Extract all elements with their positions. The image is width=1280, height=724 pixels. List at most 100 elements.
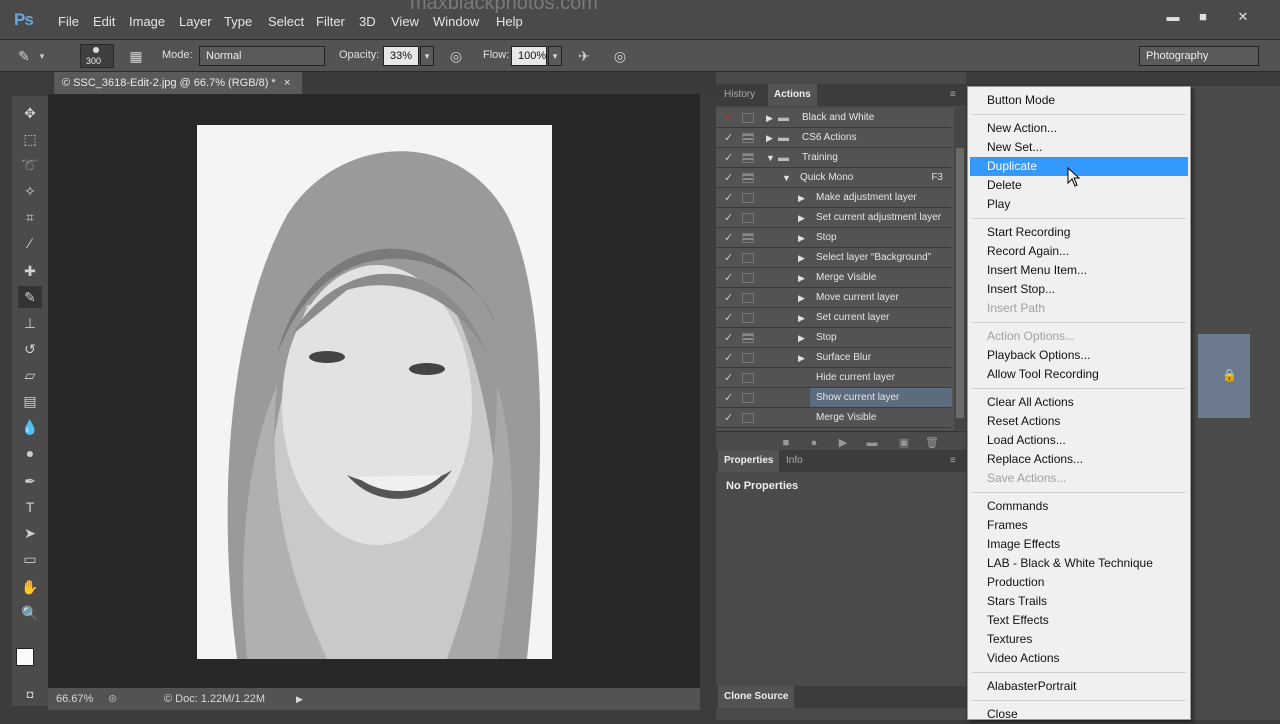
menu-select[interactable]: Select (268, 14, 304, 29)
dialog-toggle-icon[interactable] (742, 113, 754, 123)
menu-item-frames[interactable]: Frames (970, 516, 1188, 535)
expand-triangle-icon[interactable]: ▶ (766, 128, 773, 148)
status-arrow-icon[interactable]: ▶ (296, 688, 303, 710)
menu-item-text-effects[interactable]: Text Effects (970, 611, 1188, 630)
menu-item-image-effects[interactable]: Image Effects (970, 535, 1188, 554)
dialog-toggle-icon[interactable] (742, 253, 754, 263)
menu-item-new-action[interactable]: New Action... (970, 119, 1188, 138)
mode-select[interactable]: Normal (199, 46, 325, 66)
expand-triangle-icon[interactable]: ▶ (798, 268, 805, 288)
close-button[interactable]: ✕ (1230, 6, 1256, 28)
menu-item-play[interactable]: Play (970, 195, 1188, 214)
dialog-toggle-icon[interactable] (742, 373, 754, 383)
dialog-toggle-icon[interactable] (742, 153, 754, 163)
expand-triangle-icon[interactable]: ▶ (798, 348, 805, 368)
action-row[interactable]: ✓ ▼ Quick Mono F3 (716, 168, 951, 188)
brush-tool-icon[interactable]: ✎ (14, 47, 34, 65)
expand-triangle-icon[interactable]: ▶ (798, 228, 805, 248)
action-row[interactable]: ✓ Merge Visible (716, 408, 951, 428)
actions-scrollbar[interactable] (954, 108, 966, 430)
expand-triangle-icon[interactable]: ▶ (766, 108, 773, 128)
menu-item-record-again[interactable]: Record Again... (970, 242, 1188, 261)
zoom-tool-icon[interactable]: 🔍 (18, 602, 42, 624)
menu-item-load-actions[interactable]: Load Actions... (970, 431, 1188, 450)
pressure-opacity-icon[interactable]: ◎ (446, 47, 466, 65)
action-row[interactable]: ✓ ▶ Move current layer (716, 288, 951, 308)
action-row[interactable]: ✓ ▶ ▬ CS6 Actions (716, 128, 951, 148)
dialog-toggle-icon[interactable] (742, 273, 754, 283)
move-tool-icon[interactable]: ✥ (18, 102, 42, 124)
menu-item-replace-actions[interactable]: Replace Actions... (970, 450, 1188, 469)
maximize-button[interactable]: ■ (1190, 6, 1216, 28)
action-row[interactable]: ✓ ▶ Select layer “Background” (716, 248, 951, 268)
menu-item-start-recording[interactable]: Start Recording (970, 223, 1188, 242)
action-row[interactable]: ✓ ▶ Make adjustment layer (716, 188, 951, 208)
toggle-check-icon[interactable]: ✓ (724, 348, 736, 368)
expand-triangle-icon[interactable]: ▶ (798, 248, 805, 268)
canvas-area[interactable] (48, 94, 700, 688)
flow-input[interactable]: 100% (511, 46, 547, 66)
toggle-check-icon[interactable]: ✓ (724, 148, 736, 168)
menu-item-lab-black-white-technique[interactable]: LAB - Black & White Technique (970, 554, 1188, 573)
menu-help[interactable]: Help (496, 14, 523, 29)
expand-triangle-icon[interactable]: ▶ (798, 308, 805, 328)
menu-file[interactable]: File (58, 14, 79, 29)
scrollbar-thumb[interactable] (956, 148, 964, 418)
dialog-toggle-icon[interactable] (742, 173, 754, 183)
brush-panel-icon[interactable]: ▦ (126, 47, 146, 65)
menu-item-video-actions[interactable]: Video Actions (970, 649, 1188, 668)
dialog-toggle-icon[interactable] (742, 353, 754, 363)
menu-item-allow-tool-recording[interactable]: Allow Tool Recording (970, 365, 1188, 384)
action-row[interactable]: ✓ ▼ ▬ Training (716, 148, 951, 168)
tab-info[interactable]: Info (780, 450, 809, 472)
healing-brush-tool-icon[interactable]: ✚ (18, 260, 42, 282)
tab-actions[interactable]: Actions (768, 84, 817, 106)
toggle-check-icon[interactable]: ✓ (724, 288, 736, 308)
dialog-toggle-icon[interactable] (742, 233, 754, 243)
toggle-check-icon[interactable]: ✓ (724, 268, 736, 288)
action-row[interactable]: ✓ ▶ Set current layer (716, 308, 951, 328)
menu-item-close[interactable]: Close (970, 705, 1188, 724)
action-row[interactable]: ✓ ▶ ▬ Black and White (716, 108, 951, 128)
dialog-toggle-icon[interactable] (742, 193, 754, 203)
history-brush-tool-icon[interactable]: ↺ (18, 338, 42, 360)
dialog-toggle-icon[interactable] (742, 333, 754, 343)
marquee-tool-icon[interactable]: ⬚ (18, 128, 42, 150)
tab-history[interactable]: History (718, 84, 761, 106)
eraser-tool-icon[interactable]: ▱ (18, 364, 42, 386)
action-row[interactable]: ✓ ▶ Stop (716, 228, 951, 248)
dialog-toggle-icon[interactable] (742, 133, 754, 143)
menu-edit[interactable]: Edit (93, 14, 115, 29)
minimize-button[interactable]: ▬ (1160, 6, 1186, 28)
expand-triangle-icon[interactable]: ▶ (798, 328, 805, 348)
toggle-check-icon[interactable]: ✓ (724, 368, 736, 388)
menu-item-alabasterportrait[interactable]: AlabasterPortrait (970, 677, 1188, 696)
menu-item-stars-trails[interactable]: Stars Trails (970, 592, 1188, 611)
type-tool-icon[interactable]: T (18, 496, 42, 518)
airbrush-icon[interactable]: ✈ (574, 47, 594, 65)
menu-item-clear-all-actions[interactable]: Clear All Actions (970, 393, 1188, 412)
foreground-color-swatch[interactable] (16, 648, 34, 666)
close-document-icon[interactable]: × (284, 72, 290, 94)
expand-triangle-icon[interactable]: ▶ (798, 288, 805, 308)
menu-item-insert-stop[interactable]: Insert Stop... (970, 280, 1188, 299)
dialog-toggle-icon[interactable] (742, 213, 754, 223)
opacity-dropdown-icon[interactable]: ▾ (420, 46, 434, 66)
properties-menu-icon[interactable]: ≡ (944, 450, 962, 472)
shape-tool-icon[interactable]: ▭ (18, 548, 42, 570)
dialog-toggle-icon[interactable] (742, 313, 754, 323)
workspace-select[interactable]: Photography (1139, 46, 1259, 66)
menu-item-new-set[interactable]: New Set... (970, 138, 1188, 157)
menu-item-insert-menu-item[interactable]: Insert Menu Item... (970, 261, 1188, 280)
quick-mask-icon[interactable]: ◘ (18, 684, 42, 706)
toggle-check-icon[interactable]: ✓ (724, 408, 736, 428)
toggle-check-icon[interactable]: ✓ (724, 308, 736, 328)
play-icon[interactable]: ▶ (835, 435, 851, 451)
pen-tool-icon[interactable]: ✒ (18, 470, 42, 492)
action-row[interactable]: ✓ Show current layer (716, 388, 952, 408)
toggle-check-icon[interactable]: ✓ (724, 108, 736, 128)
menu-item-button-mode[interactable]: Button Mode (970, 91, 1188, 110)
menu-view[interactable]: View (391, 14, 419, 29)
menu-item-textures[interactable]: Textures (970, 630, 1188, 649)
pressure-size-icon[interactable]: ◎ (610, 47, 630, 65)
